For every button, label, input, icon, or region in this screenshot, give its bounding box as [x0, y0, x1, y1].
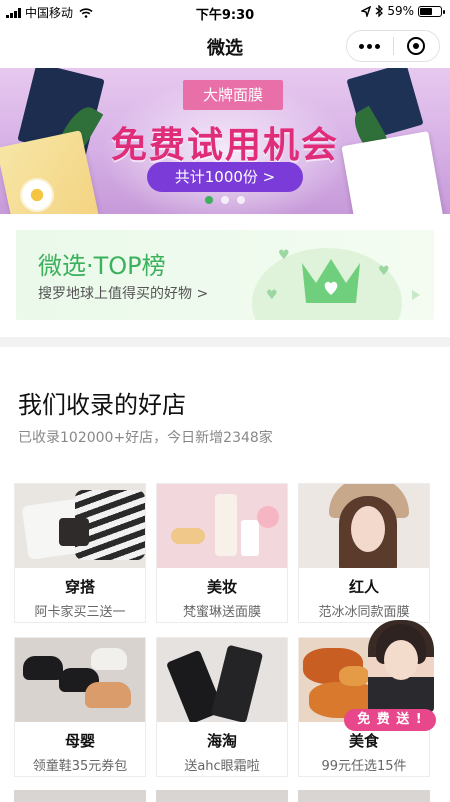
crown-icon [302, 259, 360, 303]
carousel-dot[interactable] [237, 196, 245, 204]
shop-image-overseas [157, 638, 287, 722]
promo-banner[interactable]: 大牌面膜 免费试用机会 共计1000份 > [0, 68, 450, 214]
shop-card-fashion[interactable]: 穿搭 阿卡家买三送一 [14, 483, 146, 623]
shop-desc: 梵蜜琳送面膜 [182, 605, 261, 620]
shop-image-beauty [157, 484, 287, 568]
carousel-dots [0, 196, 450, 204]
banner-tag: 大牌面膜 [183, 80, 283, 110]
banner-title: 免费试用机会 [110, 125, 339, 166]
status-bar: 中国移动 下午9:30 59% [0, 0, 450, 24]
heart-icon: ♥ [266, 288, 278, 303]
shop-card-overseas[interactable]: 海淘 送ahc眼霜啦 [156, 637, 288, 777]
heart-icon: ♥ [378, 264, 390, 279]
shop-card-peek [14, 790, 146, 802]
shop-desc: 阿卡家买三送一 [34, 605, 126, 620]
shop-name: 穿搭 [64, 578, 95, 596]
battery-percent: 59% [387, 4, 414, 18]
close-circle-icon [407, 37, 426, 55]
top-list-subtitle: 搜罗地球上值得买的好物 > [38, 286, 209, 302]
top-list-title: 微选·TOP榜 [38, 252, 166, 280]
shop-desc: 99元任选15件 [321, 759, 407, 774]
shop-image-influencer [299, 484, 429, 568]
top-list-card[interactable]: 微选·TOP榜 搜罗地球上值得买的好物 > ♥ ♥ ♥ [16, 230, 434, 320]
shop-name: 海淘 [206, 732, 237, 750]
shop-card-influencer[interactable]: 红人 范冰冰同款面膜 [298, 483, 430, 623]
shop-name: 美妆 [206, 578, 237, 596]
carousel-dot[interactable] [205, 196, 213, 204]
shop-name: 红人 [348, 578, 379, 596]
shop-image-baby [15, 638, 145, 722]
section-separator [0, 337, 450, 347]
shop-desc: 范冰冰同款面膜 [318, 605, 410, 620]
battery-fill [420, 7, 432, 15]
daisy-decoration [22, 180, 52, 210]
carousel-dot[interactable] [221, 196, 229, 204]
shop-desc: 领童鞋35元券包 [32, 759, 128, 774]
free-gift-badge[interactable]: 免 费 送 ! [344, 709, 436, 731]
play-triangle-icon [412, 290, 420, 300]
heart-icon: ♥ [278, 248, 290, 263]
shop-card-peek [298, 790, 430, 802]
shop-name: 母婴 [64, 732, 95, 750]
promo-avatar-face [384, 640, 418, 680]
shop-card-beauty[interactable]: 美妆 梵蜜琳送面膜 [156, 483, 288, 623]
nav-bar: 微选 [0, 24, 450, 68]
banner-cta-button[interactable]: 共计1000份 > [147, 162, 303, 192]
shop-card-peek [156, 790, 288, 802]
section-title: 我们收录的好店 [18, 391, 186, 419]
close-button[interactable] [393, 37, 439, 55]
location-icon [361, 5, 372, 17]
bluetooth-icon [375, 5, 384, 17]
more-dots-icon[interactable] [347, 43, 393, 49]
shop-image-fashion [15, 484, 145, 568]
battery-icon [418, 5, 445, 17]
shop-name: 美食 [348, 732, 379, 750]
shop-card-baby[interactable]: 母婴 领童鞋35元券包 [14, 637, 146, 777]
mini-program-capsule [346, 30, 440, 62]
status-right: 59% [361, 4, 445, 18]
section-subtitle: 已收录102000+好店，今日新增2348家 [18, 430, 273, 446]
shop-desc: 送ahc眼霜啦 [184, 759, 260, 774]
